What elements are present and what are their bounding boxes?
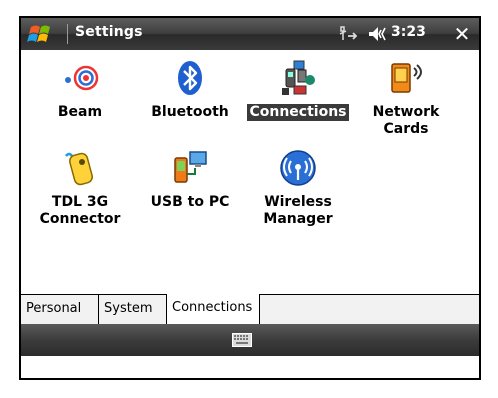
settings-item-connections[interactable]: Connections (243, 58, 353, 121)
beam-icon (65, 65, 99, 91)
settings-item-usb-to-pc[interactable]: USB to PC (135, 148, 245, 211)
settings-item-network-cards[interactable]: Network Cards (351, 58, 461, 138)
settings-item-bluetooth[interactable]: Bluetooth (135, 58, 245, 121)
wireless-manager-icon (280, 150, 316, 186)
tab-connections[interactable]: Connections (166, 294, 260, 325)
settings-item-label: Network Cards (372, 104, 440, 137)
windows-start-icon[interactable] (25, 21, 65, 47)
bluetooth-icon (178, 61, 202, 95)
settings-item-wireless-manager[interactable]: Wireless Manager (243, 148, 353, 228)
settings-item-beam[interactable]: Beam (25, 58, 135, 121)
device-screen: Settings 3:23 ✕ Beam Bluetooth Connectio… (19, 16, 481, 380)
title-bar: Settings 3:23 ✕ (21, 18, 479, 50)
settings-item-label: Beam (57, 104, 103, 120)
settings-item-label: Wireless Manager (263, 194, 333, 227)
settings-item-label: Connections (247, 104, 349, 121)
settings-item-tdl-3g-connector[interactable]: TDL 3G Connector (25, 148, 135, 228)
settings-item-label: TDL 3G Connector (39, 194, 121, 227)
settings-item-label: USB to PC (150, 194, 230, 210)
tab-personal[interactable]: Personal (21, 295, 99, 324)
settings-item-label: Bluetooth (151, 104, 229, 120)
title-separator (67, 24, 68, 44)
volume-icon[interactable] (365, 24, 389, 44)
network-cards-icon (391, 63, 422, 93)
soft-key-bar (21, 324, 479, 356)
usb-to-pc-icon (174, 151, 207, 183)
settings-tabs: Personal System Connections (21, 294, 479, 325)
close-icon[interactable]: ✕ (449, 21, 475, 47)
keyboard-icon[interactable] (232, 333, 252, 347)
connectivity-icon[interactable] (338, 24, 360, 44)
window-title: Settings (75, 24, 143, 40)
tdl-3g-connector-icon (65, 152, 93, 186)
connections-icon (282, 60, 315, 95)
tab-system[interactable]: System (99, 295, 167, 324)
clock-time[interactable]: 3:23 (391, 24, 426, 40)
